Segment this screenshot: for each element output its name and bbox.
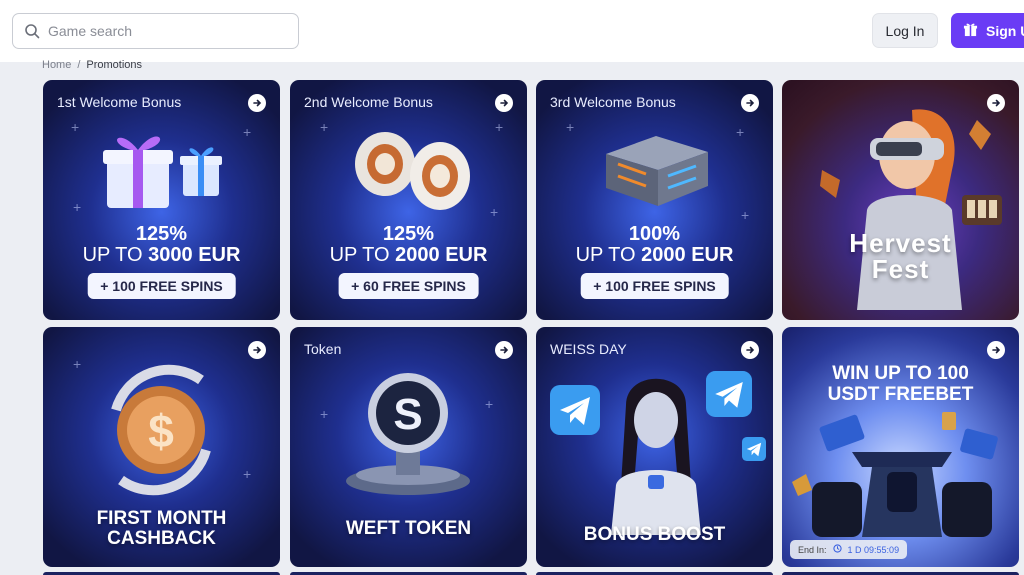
signup-button[interactable]: Sign Up [951,13,1024,48]
race-car-illustration [792,412,998,537]
free-spins-badge: + 100 FREE SPINS [87,273,236,299]
promo-caption-line2: USDT FREEBET [827,384,974,405]
promo-title: 1st Welcome Bonus [57,94,182,110]
amount-value: 3000 EUR [148,244,241,266]
promo-title: Token [304,341,342,357]
arrow-right-icon[interactable] [248,94,266,112]
token-coin-icon: S [346,373,470,495]
top-bar: Log In Sign Up [0,0,1024,62]
promo-card-welcome-3[interactable]: + + + 3rd Welcome Bonus 100% UP TO 2000 … [536,80,773,320]
promo-caption-line1: WIN UP TO 100 [832,363,969,384]
arrow-right-icon[interactable] [495,94,513,112]
bonus-percent: 125% [382,223,435,245]
arrow-right-icon[interactable] [741,341,759,359]
svg-text:S: S [393,390,422,439]
promo-title: 3rd Welcome Bonus [550,94,676,110]
treasure-case-illustration [606,136,708,206]
arrow-right-icon[interactable] [741,94,759,112]
promo-card-harvest-fest[interactable]: Hervest Fest [782,80,1019,320]
free-spins-badge: + 60 FREE SPINS [338,273,479,299]
promo-title: WEISS DAY [550,341,627,357]
search-input[interactable] [48,23,288,39]
promo-card-weft-token[interactable]: + + Token S WEFT TOKEN [290,327,527,567]
end-in-label: End In: [798,544,827,555]
up-to-label: UP TO [575,244,636,266]
bonus-amount: UP TO 2000 EUR [536,244,773,267]
breadcrumb: Home / Promotions [42,59,142,71]
casino-chips-illustration [355,132,470,210]
countdown-timer: End In: 1 D 09:55:09 [790,540,908,559]
gift-icon [963,22,978,40]
harvest-logo-line1: Hervest [849,228,952,258]
login-button[interactable]: Log In [872,13,938,48]
arrow-right-icon[interactable] [987,341,1005,359]
arrow-right-icon[interactable] [495,341,513,359]
promo-title: 2nd Welcome Bonus [304,94,433,110]
weiss-character-illustration [611,378,701,535]
bonus-percent: 125% [135,223,188,245]
harvest-logo-line2: Fest [871,254,930,284]
amount-value: 2000 EUR [641,244,734,266]
breadcrumb-current: Promotions [86,59,143,71]
promo-caption-line2: CASHBACK [107,528,216,549]
end-in-time: 1 D 09:55:09 [847,544,900,555]
free-spins-badge: + 100 FREE SPINS [580,273,729,299]
clock-icon [832,544,842,555]
telegram-icon [550,385,600,435]
promo-card-cashback[interactable]: + + $ FIRST MONTH CASHBACK [43,327,280,567]
breadcrumb-separator: / [77,59,81,71]
bonus-amount: UP TO 3000 EUR [43,244,280,267]
promo-caption-line1: BONUS BOOST [583,524,726,545]
promo-card-weiss-day[interactable]: WEISS DAY BONUS BOOST [536,327,773,567]
amount-value: 2000 EUR [395,244,488,266]
search-box[interactable] [12,13,299,49]
promo-card-welcome-2[interactable]: + + + 2nd Welcome Bonus 125% UP TO 2000 … [290,80,527,320]
promo-card-welcome-1[interactable]: + + + 1st Welcome Bonus 125% UP TO 3000 … [43,80,280,320]
promo-card-usdt-freebet[interactable]: WIN UP TO 100 USDT FREEBET End In: 1 D 0… [782,327,1019,567]
arrow-right-icon[interactable] [248,341,266,359]
signup-label: Sign Up [986,22,1024,39]
search-icon [24,23,40,39]
promo-caption-line1: WEFT TOKEN [345,518,472,539]
promo-caption-line1: FIRST MONTH [96,508,227,529]
up-to-label: UP TO [329,244,390,266]
bonus-amount: UP TO 2000 EUR [290,244,527,267]
svg-text:$: $ [148,405,174,457]
bonus-percent: 100% [628,223,681,245]
breadcrumb-home[interactable]: Home [42,59,71,71]
dollar-coin-icon: $ [111,364,211,496]
telegram-icon [742,437,766,461]
up-to-label: UP TO [82,244,143,266]
gift-box-illustration [103,136,222,208]
